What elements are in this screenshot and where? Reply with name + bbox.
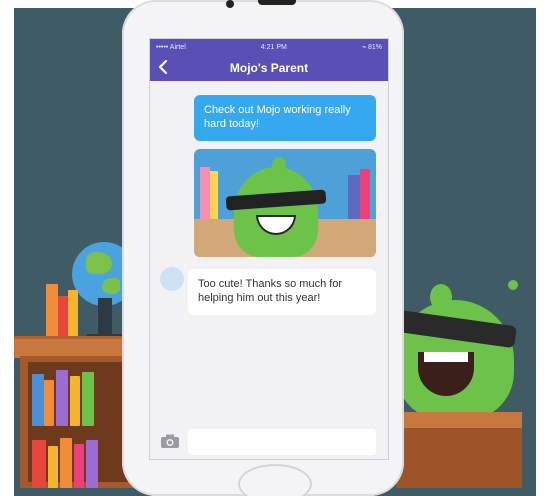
book <box>32 374 44 426</box>
chevron-left-icon <box>158 59 168 75</box>
book <box>58 296 68 338</box>
message-input[interactable] <box>188 429 376 455</box>
home-button[interactable] <box>238 464 312 496</box>
book <box>82 372 94 426</box>
camera-button[interactable] <box>160 433 180 449</box>
mojo-monster-image <box>234 167 318 257</box>
book <box>48 446 58 488</box>
message-composer <box>150 423 388 459</box>
avatar <box>160 267 184 291</box>
carrier-label: ••••• Airtel <box>156 43 186 51</box>
book <box>74 444 84 488</box>
book <box>56 370 68 426</box>
phone-camera <box>226 0 234 8</box>
message-bubble-incoming: Too cute! Thanks so much for helping him… <box>188 269 376 315</box>
battery-indicator: ⌁ 81% <box>361 44 382 51</box>
message-image[interactable] <box>194 149 376 257</box>
monster-spot <box>508 280 518 290</box>
phone-screen: ••••• Airtel 4:21 PM ⌁ 81% Mojo's Parent… <box>149 38 389 460</box>
book <box>32 440 46 488</box>
status-time: 4:21 PM <box>260 43 287 51</box>
book <box>70 376 80 426</box>
book <box>46 284 58 338</box>
message-text: Check out Mojo working really hard today… <box>204 104 351 130</box>
desk-top <box>388 412 522 428</box>
phone-speaker <box>258 0 296 5</box>
message-text: Too cute! Thanks so much for helping him… <box>198 278 343 304</box>
desk <box>396 428 522 488</box>
status-bar: ••••• Airtel 4:21 PM ⌁ 81% <box>150 39 388 55</box>
camera-icon <box>161 434 179 448</box>
book <box>60 438 72 488</box>
book <box>68 290 78 338</box>
book <box>86 440 98 488</box>
page-title: Mojo's Parent <box>229 61 309 75</box>
message-bubble-outgoing: Check out Mojo working really hard today… <box>194 95 376 141</box>
book <box>44 380 54 426</box>
back-button[interactable] <box>158 59 168 80</box>
nav-bar: Mojo's Parent <box>150 55 388 81</box>
